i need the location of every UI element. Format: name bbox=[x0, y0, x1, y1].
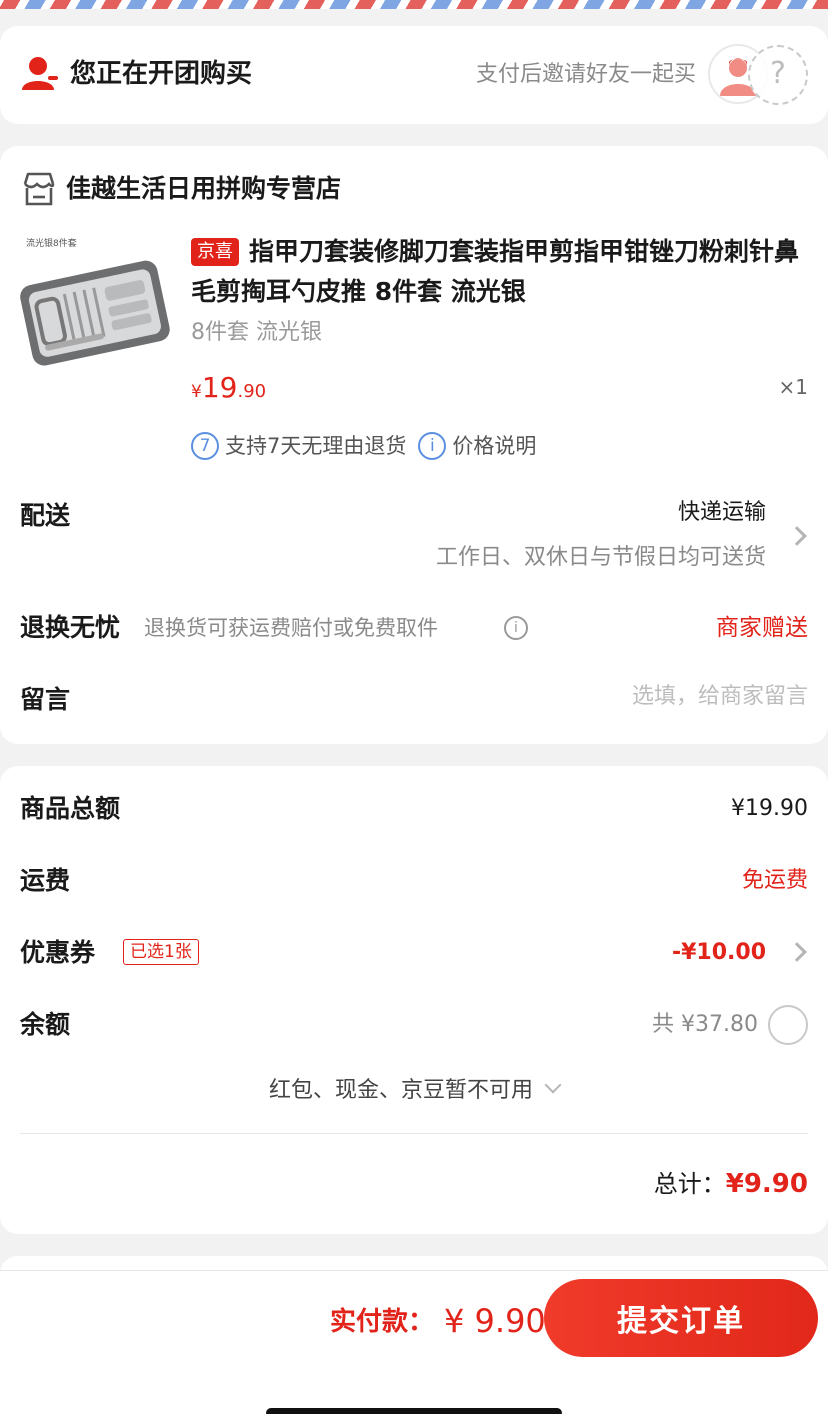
group-buy-title: 您正在开团购买 bbox=[70, 59, 253, 89]
pay-value: ¥ 9.90 bbox=[444, 1302, 546, 1340]
delivery-label: 配送 bbox=[20, 501, 71, 530]
total-label: 总计： bbox=[653, 1170, 726, 1198]
shipping-value: 免运费 bbox=[741, 868, 808, 893]
coupon-value[interactable]: -¥10.00 bbox=[672, 938, 766, 968]
coupon-selected-tag: 已选1张 bbox=[123, 939, 199, 965]
seven-day-return-text[interactable]: 支持7天无理由退货 bbox=[225, 431, 406, 461]
unavailable-toggle[interactable]: 红包、现金、京豆暂不可用 bbox=[0, 1075, 828, 1107]
price-summary-card bbox=[0, 766, 828, 1234]
store-icon bbox=[20, 170, 58, 212]
pay-label: 实付款： bbox=[330, 1307, 435, 1337]
product-spec: 8件套 流光银 bbox=[191, 320, 322, 345]
goods-total-label: 商品总额 bbox=[20, 794, 121, 823]
price-decimal: .90 bbox=[237, 381, 267, 402]
envelope-stripe bbox=[0, 0, 828, 9]
delivery-desc: 工作日、双休日与节假日均可送货 bbox=[435, 545, 766, 570]
store-name[interactable]: 佳越生活日用拼购专营店 bbox=[66, 172, 341, 206]
returns-desc: 退换货可获运费赔付或免费取件 bbox=[144, 616, 438, 640]
person-icon bbox=[20, 56, 60, 96]
returns-info-icon[interactable]: i bbox=[504, 616, 528, 640]
coupon-label: 优惠券 bbox=[20, 938, 96, 967]
price-currency: ¥ bbox=[191, 382, 202, 402]
nail-clipper-kit-icon bbox=[20, 260, 170, 366]
delivery-method[interactable]: 快递运输 bbox=[678, 498, 766, 528]
invite-hint: 支付后邀请好友一起买 bbox=[475, 62, 696, 87]
home-indicator bbox=[266, 1408, 562, 1414]
divider bbox=[20, 1133, 808, 1134]
total-value: ¥9.90 bbox=[725, 1169, 808, 1199]
unavailable-text: 红包、现金、京豆暂不可用 bbox=[268, 1078, 533, 1103]
image-caption: 流光银8件套 bbox=[26, 239, 77, 249]
message-input[interactable] bbox=[448, 684, 808, 709]
jingxi-badge: 京喜 bbox=[191, 238, 239, 266]
balance-radio[interactable] bbox=[768, 1005, 808, 1045]
product-title[interactable]: 京喜 指甲刀套装修脚刀套装指甲剪指甲钳锉刀粉刺针鼻毛剪掏耳勺皮推 8件套 流光银 bbox=[191, 232, 811, 312]
balance-label: 余额 bbox=[20, 1010, 71, 1039]
price-integer: 19 bbox=[201, 371, 238, 404]
returns-gift: 商家赠送 bbox=[716, 615, 808, 641]
shipping-label: 运费 bbox=[20, 866, 71, 895]
balance-value: 共 ¥37.80 bbox=[652, 1012, 758, 1037]
price-explanation-link[interactable]: 价格说明 bbox=[452, 431, 536, 461]
returns-label: 退换无忧 bbox=[20, 613, 121, 642]
service-tags: 7 支持7天无理由退货 i 价格说明 bbox=[191, 431, 548, 461]
submit-order-button[interactable]: 提交订单 bbox=[544, 1279, 818, 1357]
total-row: 总计：¥9.90 bbox=[654, 1166, 808, 1205]
seven-day-return-icon: 7 bbox=[191, 432, 219, 460]
product-price: ¥19.90 bbox=[191, 370, 266, 410]
goods-total-value: ¥19.90 bbox=[731, 796, 808, 821]
chevron-down-icon bbox=[544, 1076, 562, 1094]
invite-friend-slot[interactable]: ? bbox=[748, 45, 808, 105]
info-icon: i bbox=[418, 432, 447, 460]
message-label: 留言 bbox=[20, 685, 71, 714]
product-image[interactable]: 流光银8件套 bbox=[20, 232, 172, 384]
product-title-text: 指甲刀套装修脚刀套装指甲剪指甲钳锉刀粉刺针鼻毛剪掏耳勺皮推 8件套 流光银 bbox=[191, 237, 800, 306]
product-quantity: ×1 bbox=[778, 375, 808, 399]
